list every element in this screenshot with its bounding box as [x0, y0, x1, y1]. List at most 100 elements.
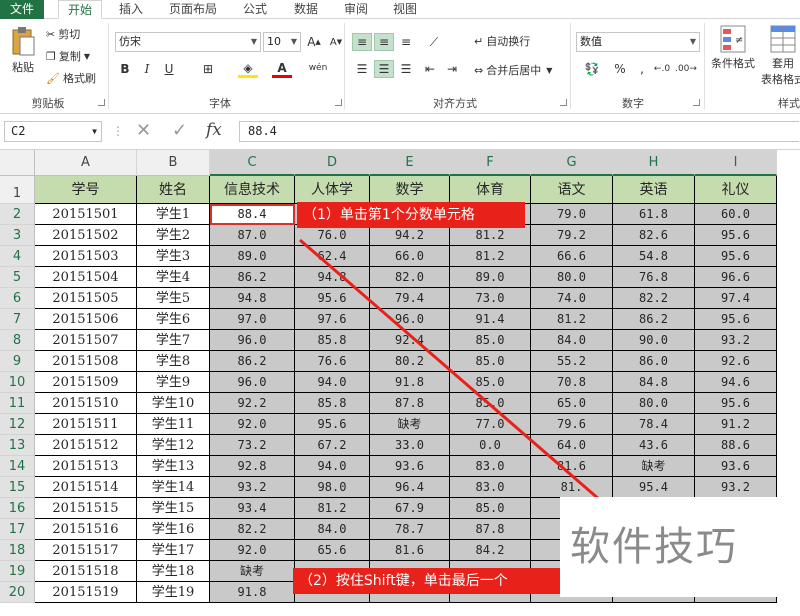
- row-header-11[interactable]: 11: [0, 393, 35, 414]
- row-header-9[interactable]: 9: [0, 351, 35, 372]
- table-cell[interactable]: 96.0: [210, 372, 295, 393]
- cut-button[interactable]: ✂ 剪切: [46, 26, 80, 42]
- table-cell[interactable]: 93.6: [695, 456, 777, 477]
- table-cell[interactable]: 20151513: [35, 456, 137, 477]
- table-cell[interactable]: 95.6: [295, 414, 370, 435]
- column-header-i[interactable]: I: [695, 150, 777, 176]
- copy-button[interactable]: ❐ 复制 ▼: [46, 48, 90, 64]
- align-bottom-button[interactable]: ≡: [396, 33, 416, 51]
- select-all-corner[interactable]: [0, 150, 35, 176]
- table-cell[interactable]: 20151502: [35, 225, 137, 246]
- table-cell[interactable]: 64.0: [531, 435, 613, 456]
- table-cell[interactable]: 学生12: [137, 435, 210, 456]
- table-cell[interactable]: 85.8: [295, 330, 370, 351]
- table-cell[interactable]: 85.0: [450, 351, 531, 372]
- table-cell[interactable]: 65.0: [531, 393, 613, 414]
- table-cell[interactable]: 78.7: [370, 519, 450, 540]
- table-cell[interactable]: 93.6: [370, 456, 450, 477]
- table-cell[interactable]: 85.8: [295, 393, 370, 414]
- row-header-4[interactable]: 4: [0, 246, 35, 267]
- decrease-indent-button[interactable]: ⇤: [420, 60, 440, 78]
- tab-item-7[interactable]: 视图: [383, 0, 427, 19]
- table-cell[interactable]: 学生10: [137, 393, 210, 414]
- table-cell[interactable]: 84.8: [613, 372, 695, 393]
- table-cell[interactable]: 学生6: [137, 309, 210, 330]
- table-cell[interactable]: 83.0: [450, 477, 531, 498]
- table-cell[interactable]: 87.8: [450, 519, 531, 540]
- align-left-button[interactable]: ☰: [352, 60, 372, 78]
- table-cell[interactable]: 学生17: [137, 540, 210, 561]
- active-cell[interactable]: 88.4: [210, 204, 295, 225]
- table-cell[interactable]: 20151506: [35, 309, 137, 330]
- increase-indent-button[interactable]: ⇥: [442, 60, 462, 78]
- clipboard-dialog-launcher[interactable]: [98, 99, 105, 106]
- table-cell[interactable]: 学生2: [137, 225, 210, 246]
- table-cell[interactable]: 20151515: [35, 498, 137, 519]
- tab-home[interactable]: 开始: [58, 0, 102, 19]
- row-header-15[interactable]: 15: [0, 477, 35, 498]
- table-cell[interactable]: 74.0: [531, 288, 613, 309]
- table-cell[interactable]: 96.0: [210, 330, 295, 351]
- table-cell[interactable]: 学生19: [137, 582, 210, 603]
- table-cell[interactable]: 60.0: [695, 204, 777, 225]
- table-cell[interactable]: 76.6: [295, 351, 370, 372]
- table-cell[interactable]: 93.2: [695, 330, 777, 351]
- tab-file[interactable]: 文件: [0, 0, 44, 19]
- table-cell[interactable]: 80.2: [370, 351, 450, 372]
- paste-button[interactable]: 粘贴: [6, 27, 40, 75]
- table-cell[interactable]: 94.0: [295, 456, 370, 477]
- table-cell[interactable]: 97.6: [295, 309, 370, 330]
- table-cell[interactable]: 学生16: [137, 519, 210, 540]
- increase-decimal-button[interactable]: ←.0: [652, 60, 672, 78]
- table-cell[interactable]: 79.4: [370, 288, 450, 309]
- table-cell[interactable]: 95.6: [695, 246, 777, 267]
- table-cell[interactable]: 学生18: [137, 561, 210, 582]
- table-cell[interactable]: 96.4: [370, 477, 450, 498]
- font-name-combo[interactable]: 仿宋 ▼: [115, 32, 261, 52]
- table-cell[interactable]: 学生4: [137, 267, 210, 288]
- table-cell[interactable]: 93.4: [210, 498, 295, 519]
- column-header-h[interactable]: H: [613, 150, 695, 176]
- table-cell[interactable]: 92.4: [370, 330, 450, 351]
- row-header-5[interactable]: 5: [0, 267, 35, 288]
- table-cell[interactable]: 81.2: [450, 246, 531, 267]
- enter-button[interactable]: ✓: [172, 120, 187, 141]
- table-cell[interactable]: 95.6: [295, 288, 370, 309]
- align-top-button[interactable]: ≡: [352, 33, 372, 51]
- table-cell[interactable]: 20151501: [35, 204, 137, 225]
- header-cell[interactable]: 学号: [35, 176, 137, 204]
- table-cell[interactable]: 学生5: [137, 288, 210, 309]
- table-cell[interactable]: 92.6: [695, 351, 777, 372]
- table-cell[interactable]: 91.8: [370, 372, 450, 393]
- column-header-e[interactable]: E: [370, 150, 450, 176]
- table-cell[interactable]: 80.0: [613, 393, 695, 414]
- table-cell[interactable]: 学生1: [137, 204, 210, 225]
- table-cell[interactable]: 92.0: [210, 414, 295, 435]
- table-cell[interactable]: 20151518: [35, 561, 137, 582]
- table-cell[interactable]: 学生7: [137, 330, 210, 351]
- underline-button[interactable]: U: [159, 60, 179, 78]
- table-cell[interactable]: 55.2: [531, 351, 613, 372]
- accounting-format-button[interactable]: 💱: [578, 60, 606, 78]
- tab-item-5[interactable]: 数据: [284, 0, 328, 19]
- align-middle-button[interactable]: ≡: [374, 33, 394, 51]
- table-cell[interactable]: 20151517: [35, 540, 137, 561]
- table-cell[interactable]: 82.2: [613, 288, 695, 309]
- tab-item-2[interactable]: 插入: [108, 0, 154, 19]
- table-cell[interactable]: 62.4: [295, 246, 370, 267]
- table-cell[interactable]: 20151504: [35, 267, 137, 288]
- table-cell[interactable]: 79.6: [531, 414, 613, 435]
- table-cell[interactable]: 73.2: [210, 435, 295, 456]
- format-painter-button[interactable]: 🖌 格式刷: [46, 70, 96, 86]
- insert-function-button[interactable]: fx: [206, 120, 222, 140]
- table-cell[interactable]: 65.6: [295, 540, 370, 561]
- table-cell[interactable]: 81.6: [531, 456, 613, 477]
- row-header-18[interactable]: 18: [0, 540, 35, 561]
- header-cell[interactable]: 数学: [370, 176, 450, 204]
- formula-input[interactable]: 88.4: [239, 121, 799, 142]
- header-cell[interactable]: 英语: [613, 176, 695, 204]
- table-cell[interactable]: 81.2: [450, 225, 531, 246]
- header-cell[interactable]: 语文: [531, 176, 613, 204]
- table-cell[interactable]: 85.0: [450, 498, 531, 519]
- italic-button[interactable]: I: [137, 60, 157, 78]
